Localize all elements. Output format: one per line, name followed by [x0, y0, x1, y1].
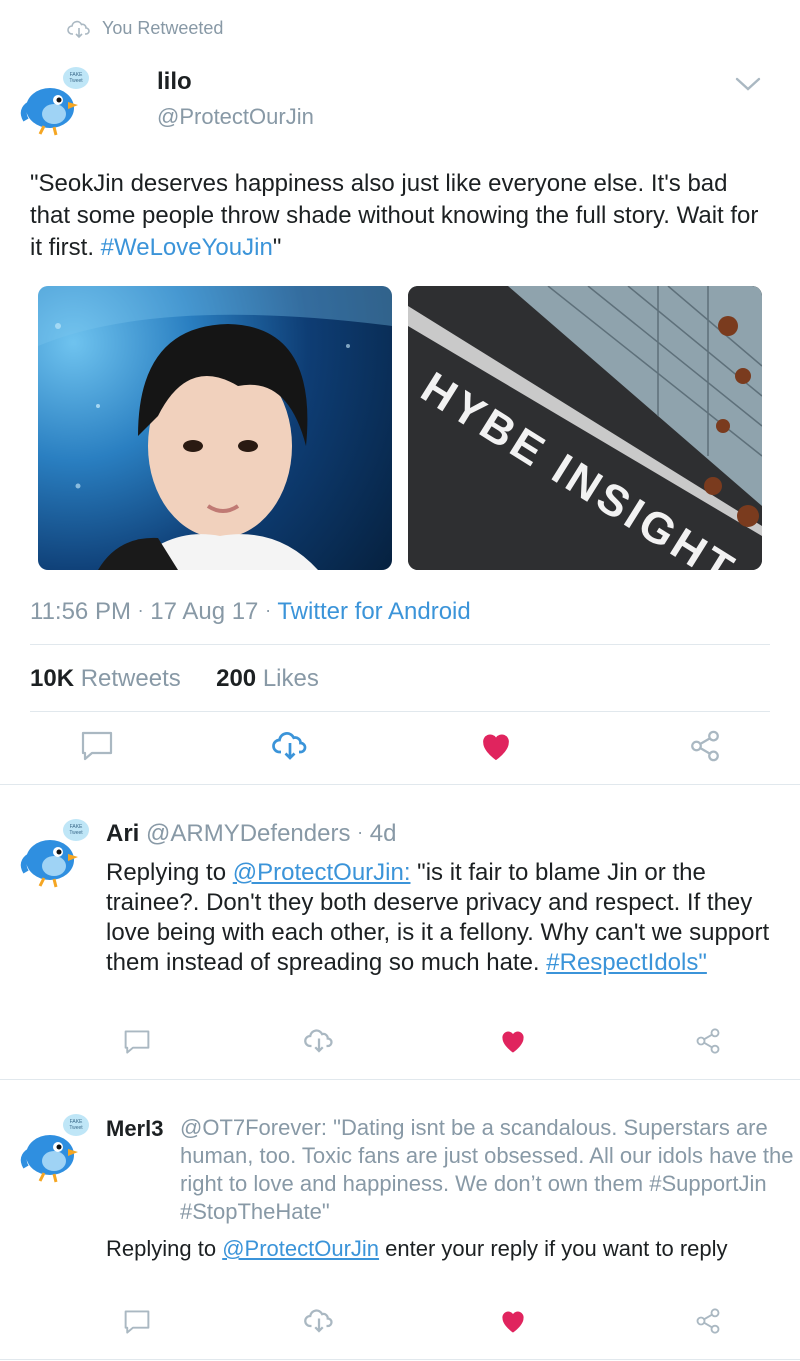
- divider: [30, 711, 770, 712]
- avatar-badge-text-2: Tweet: [69, 830, 83, 836]
- avatar-badge-text-2: Tweet: [69, 1125, 83, 1131]
- building-illustration: HYBE INSIGHT: [408, 286, 762, 570]
- user-handle[interactable]: @ProtectOurJin: [157, 104, 314, 130]
- tweet-source-link[interactable]: Twitter for Android: [277, 598, 470, 625]
- likes-stat[interactable]: 200 Likes: [216, 665, 319, 692]
- tweet-meta: 11:56 PM · 17 Aug 17 · Twitter for Andro…: [30, 598, 471, 626]
- retweets-stat[interactable]: 10K Retweets: [30, 665, 181, 692]
- reply-avatar[interactable]: FAKE Tweet: [16, 816, 92, 892]
- tweet-text-close: ": [272, 234, 282, 261]
- replying-to-link[interactable]: @ProtectOurJin: [222, 1236, 379, 1261]
- meta-separator: ·: [137, 600, 144, 620]
- section-divider: [0, 1079, 800, 1080]
- reply-body: Replying to @ProtectOurJin enter your re…: [106, 1235, 766, 1263]
- retweet-icon[interactable]: [272, 728, 308, 764]
- retweets-count: 10K: [30, 665, 75, 692]
- retweet-context-label: You Retweeted: [102, 18, 224, 38]
- retweet-icon[interactable]: [304, 1026, 334, 1056]
- like-icon[interactable]: [499, 1308, 527, 1334]
- section-divider: [0, 1359, 800, 1360]
- reply-text: enter your reply if you want to reply: [385, 1236, 728, 1261]
- share-icon[interactable]: [694, 1307, 722, 1335]
- reply-hashtag-link[interactable]: #RespectIdols": [546, 949, 707, 976]
- reply-icon[interactable]: [123, 1309, 151, 1335]
- like-icon[interactable]: [479, 730, 513, 762]
- tweet-date: 17 Aug 17: [150, 598, 259, 625]
- reply-handle[interactable]: @ARMYDefenders: [146, 820, 350, 847]
- avatar-badge-text-2: Tweet: [69, 78, 83, 84]
- tweet-image-portrait[interactable]: [38, 286, 392, 570]
- retweets-label: Retweets: [80, 665, 181, 692]
- quoted-text: @OT7Forever: "Dating isnt be a scandalou…: [180, 1115, 794, 1224]
- avatar[interactable]: FAKE Tweet: [16, 64, 92, 140]
- reply-icon[interactable]: [123, 1029, 151, 1055]
- chevron-down-icon[interactable]: [734, 74, 762, 94]
- display-name[interactable]: lilo: [157, 68, 192, 96]
- reply-icon[interactable]: [80, 730, 114, 762]
- reply-body: Replying to @ProtectOurJin: "is it fair …: [106, 858, 770, 978]
- reply-avatar[interactable]: FAKE Tweet: [16, 1111, 92, 1187]
- replying-to-link[interactable]: @ProtectOurJin:: [233, 859, 411, 886]
- tweet-stats: 10K Retweets 200 Likes: [30, 665, 319, 693]
- likes-count: 200: [216, 665, 257, 692]
- reply-header: Ari @ARMYDefenders · 4d: [106, 820, 397, 848]
- replying-to-label: Replying to: [106, 859, 227, 886]
- hashtag-link[interactable]: #WeLoveYouJin: [101, 234, 273, 261]
- tweet-text: "SeokJin deserves happiness also just li…: [30, 168, 770, 264]
- tweet-time: 11:56 PM: [30, 598, 131, 625]
- share-icon[interactable]: [694, 1027, 722, 1055]
- divider: [30, 644, 770, 645]
- replying-to-label: Replying to: [106, 1236, 217, 1261]
- section-divider: [0, 784, 800, 785]
- retweet-icon[interactable]: [304, 1306, 334, 1336]
- share-icon[interactable]: [688, 729, 722, 763]
- reply-separator: ·: [357, 822, 364, 842]
- like-icon[interactable]: [499, 1028, 527, 1054]
- reply-display-name[interactable]: Ari: [106, 820, 139, 847]
- retweet-icon: [67, 20, 90, 39]
- tweet-image-building[interactable]: HYBE INSIGHT: [408, 286, 762, 570]
- portrait-illustration: [38, 286, 392, 570]
- reply-time: 4d: [369, 820, 397, 847]
- likes-label: Likes: [262, 665, 319, 692]
- meta-separator-2: ·: [265, 600, 272, 620]
- reply-display-name[interactable]: Merl3: [106, 1116, 163, 1142]
